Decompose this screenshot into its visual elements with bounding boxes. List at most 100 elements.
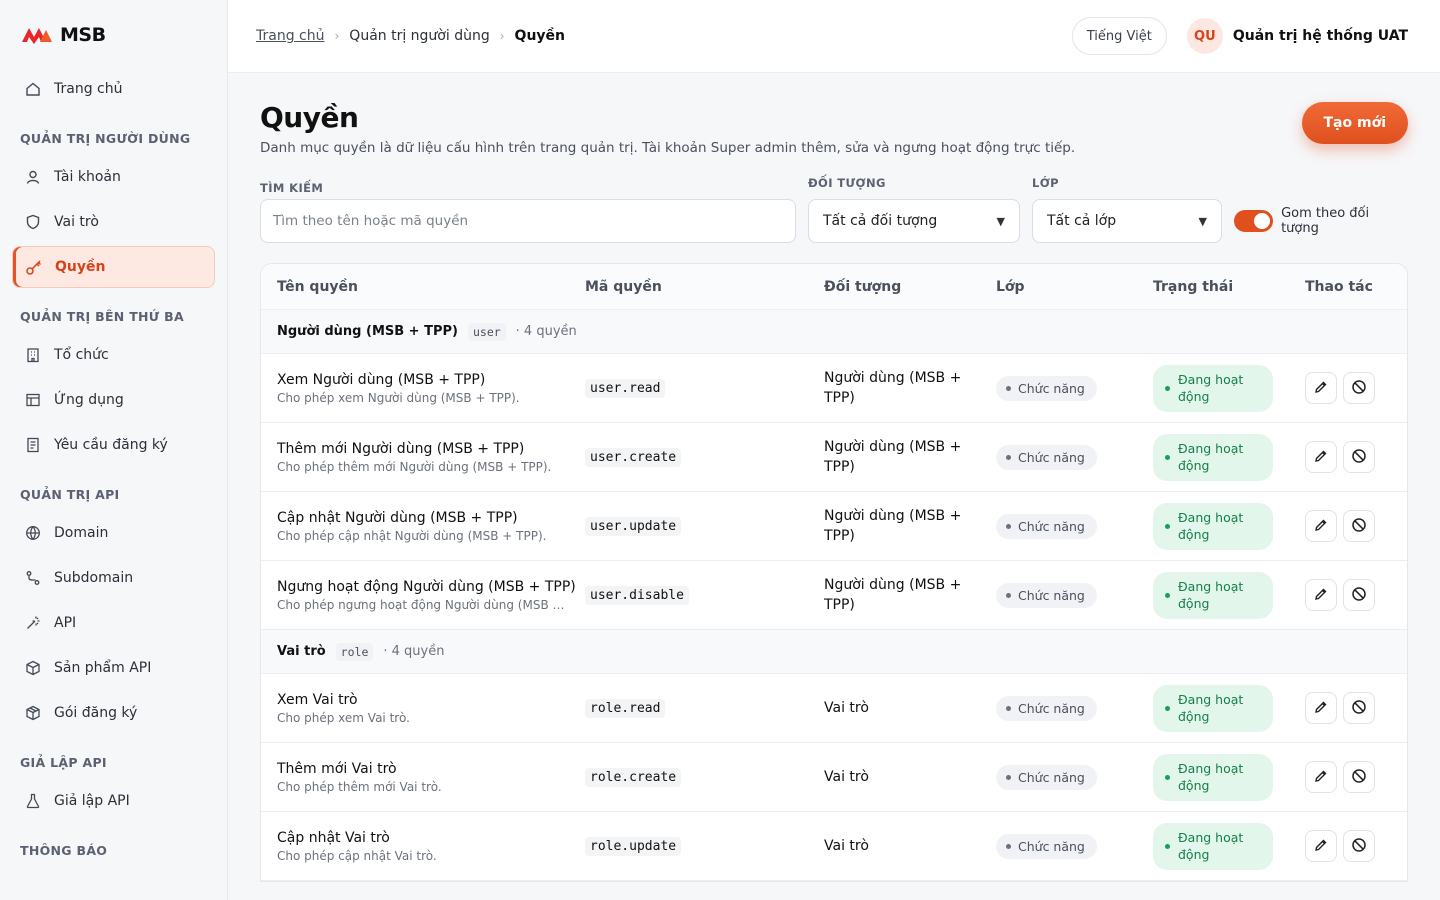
table-body: Người dùng (MSB + TPP) user · 4 quyền Xem N…	[261, 310, 1407, 881]
table-row[interactable]: Ngưng hoạt động Người dùng (MSB + TPP) Ch…	[261, 561, 1407, 630]
brand[interactable]: MSB	[12, 22, 215, 48]
dot-icon	[1006, 774, 1011, 780]
pencil-icon	[1314, 587, 1328, 604]
sidebar-item-roles[interactable]: Vai trò	[12, 201, 215, 243]
status-badge: Đang hoạt động	[1153, 364, 1273, 412]
avatar: QU	[1186, 18, 1223, 54]
status-badge-label: Đang hoạt động	[1178, 578, 1244, 612]
table-row[interactable]: Xem Người dùng (MSB + TPP) Cho phép xem N…	[261, 354, 1407, 423]
search-input[interactable]	[260, 199, 796, 243]
ban-icon	[1351, 448, 1367, 467]
class-select[interactable]: Tất cả lớp ▼	[1032, 199, 1222, 243]
dot-icon	[1006, 843, 1011, 849]
group-by-object-label: Gom theo đối tượng	[1281, 206, 1370, 236]
sidebar-item-api-simulator[interactable]: Giả lập API	[12, 780, 215, 822]
language-button[interactable]: Tiếng Việt	[1071, 17, 1167, 55]
permission-class-cell: Chức năng	[996, 444, 1153, 470]
route-icon	[24, 569, 42, 587]
column-header-code: Mã quyền	[585, 278, 662, 295]
package-icon	[24, 704, 42, 722]
permission-code-cell: user.read	[585, 379, 824, 398]
disable-button[interactable]	[1343, 579, 1375, 611]
class-badge: Chức năng	[996, 444, 1097, 470]
permission-class-cell: Chức năng	[996, 513, 1153, 539]
pencil-icon	[1314, 380, 1328, 397]
permission-status-cell: Đang hoạt động	[1153, 571, 1305, 619]
sidebar-item-label: Subdomain	[54, 570, 134, 586]
permission-description: Cho phép ngưng hoạt động Người dùng (MSB…	[277, 597, 572, 612]
breadcrumb: Trang chủ › Quản trị người dùng › Quyền	[256, 28, 565, 44]
edit-button[interactable]	[1305, 579, 1337, 611]
sidebar-item-applications[interactable]: Ứng dụng	[12, 379, 215, 421]
disable-button[interactable]	[1343, 372, 1375, 404]
sidebar-section-title: THÔNG BÁO	[20, 843, 108, 858]
object-select[interactable]: Tất cả đối tượng ▼	[808, 199, 1020, 243]
permission-name-cell: Thêm mới Người dùng (MSB + TPP) Cho phép …	[261, 441, 585, 474]
sidebar-item-subdomain[interactable]: Subdomain	[12, 557, 215, 599]
sidebar-item-label: Ứng dụng	[54, 392, 124, 408]
table-row[interactable]: Cập nhật Người dùng (MSB + TPP) Cho phép …	[261, 492, 1407, 561]
group-by-object-toggle[interactable]	[1234, 210, 1274, 232]
permission-name: Thêm mới Vai trò	[277, 760, 397, 777]
topbar: Trang chủ › Quản trị người dùng › Quyền …	[228, 0, 1440, 73]
permission-description: Cho phép xem Vai trò.	[277, 710, 410, 725]
create-button[interactable]: Tạo mới	[1301, 102, 1408, 144]
permission-class-cell: Chức năng	[996, 695, 1153, 721]
group-code: role	[335, 642, 374, 661]
sidebar-item-organizations[interactable]: Tổ chức	[12, 334, 215, 376]
edit-button[interactable]	[1305, 372, 1337, 404]
ban-icon	[1351, 517, 1367, 536]
sidebar-item-registration-requests[interactable]: Yêu cầu đăng ký	[12, 424, 215, 466]
msb-logo-icon	[22, 28, 52, 44]
permission-class-cell: Chức năng	[996, 375, 1153, 401]
sidebar-item-permissions[interactable]: Quyền	[12, 246, 215, 288]
disable-button[interactable]	[1343, 692, 1375, 724]
search-label: TÌM KIẾM	[260, 181, 324, 195]
breadcrumb-home-link[interactable]: Trang chủ	[256, 28, 324, 44]
disable-button[interactable]	[1343, 830, 1375, 862]
disable-button[interactable]	[1343, 441, 1375, 473]
permission-name-cell: Ngưng hoạt động Người dùng (MSB + TPP) Ch…	[261, 579, 585, 612]
sidebar-item-home[interactable]: Trang chủ	[12, 68, 215, 110]
permission-code-cell: role.create	[585, 768, 824, 787]
breadcrumb-user-admin[interactable]: Quản trị người dùng	[349, 28, 489, 44]
user-menu[interactable]: QU Quản trị hệ thống UAT	[1186, 18, 1408, 54]
edit-button[interactable]	[1305, 510, 1337, 542]
ban-icon	[1351, 768, 1367, 787]
sidebar-item-accounts[interactable]: Tài khoản	[12, 156, 215, 198]
status-badge-label: Đang hoạt động	[1178, 760, 1244, 794]
disable-button[interactable]	[1343, 761, 1375, 793]
table-row[interactable]: Xem Vai trò Cho phép xem Vai trò. role.rea…	[261, 674, 1407, 743]
status-badge-label: Đang hoạt động	[1178, 509, 1244, 543]
sidebar-item-api[interactable]: API	[12, 602, 215, 644]
user-icon	[24, 168, 42, 186]
row-actions	[1305, 579, 1405, 611]
permission-code-cell: user.create	[585, 448, 824, 467]
sidebar-item-api-products[interactable]: Sản phẩm API	[12, 647, 215, 689]
dot-icon	[1165, 385, 1170, 391]
sidebar-item-subscription-plans[interactable]: Gói đăng ký	[12, 692, 215, 734]
table-row[interactable]: Thêm mới Vai trò Cho phép thêm mới Vai tr…	[261, 743, 1407, 812]
box-icon	[24, 659, 42, 677]
column-header-class: Lớp	[996, 278, 1025, 295]
permission-name: Xem Người dùng (MSB + TPP)	[277, 371, 486, 388]
table-row[interactable]: Thêm mới Người dùng (MSB + TPP) Cho phép …	[261, 423, 1407, 492]
object-filter-label: ĐỐI TƯỢNG	[808, 176, 886, 190]
sidebar-item-domain[interactable]: Domain	[12, 512, 215, 554]
edit-button[interactable]	[1305, 441, 1337, 473]
row-actions	[1305, 761, 1405, 793]
edit-button[interactable]	[1305, 830, 1337, 862]
app-window-icon	[24, 391, 42, 409]
table-row[interactable]: Cập nhật Vai trò Cho phép cập nhật Vai tr…	[261, 812, 1407, 881]
class-select-value: Tất cả lớp	[1047, 213, 1117, 229]
permission-status-cell: Đang hoạt động	[1153, 502, 1305, 550]
edit-button[interactable]	[1305, 761, 1337, 793]
brand-name: MSB	[60, 24, 106, 46]
permission-description: Cho phép thêm mới Vai trò.	[277, 779, 442, 794]
sidebar-section-title: QUẢN TRỊ BÊN THỨ BA	[20, 309, 184, 324]
disable-button[interactable]	[1343, 510, 1375, 542]
page-title: Quyền	[260, 101, 359, 134]
permission-name-cell: Xem Vai trò Cho phép xem Vai trò.	[261, 692, 585, 725]
edit-button[interactable]	[1305, 692, 1337, 724]
sidebar-item-label: Tài khoản	[54, 169, 121, 185]
